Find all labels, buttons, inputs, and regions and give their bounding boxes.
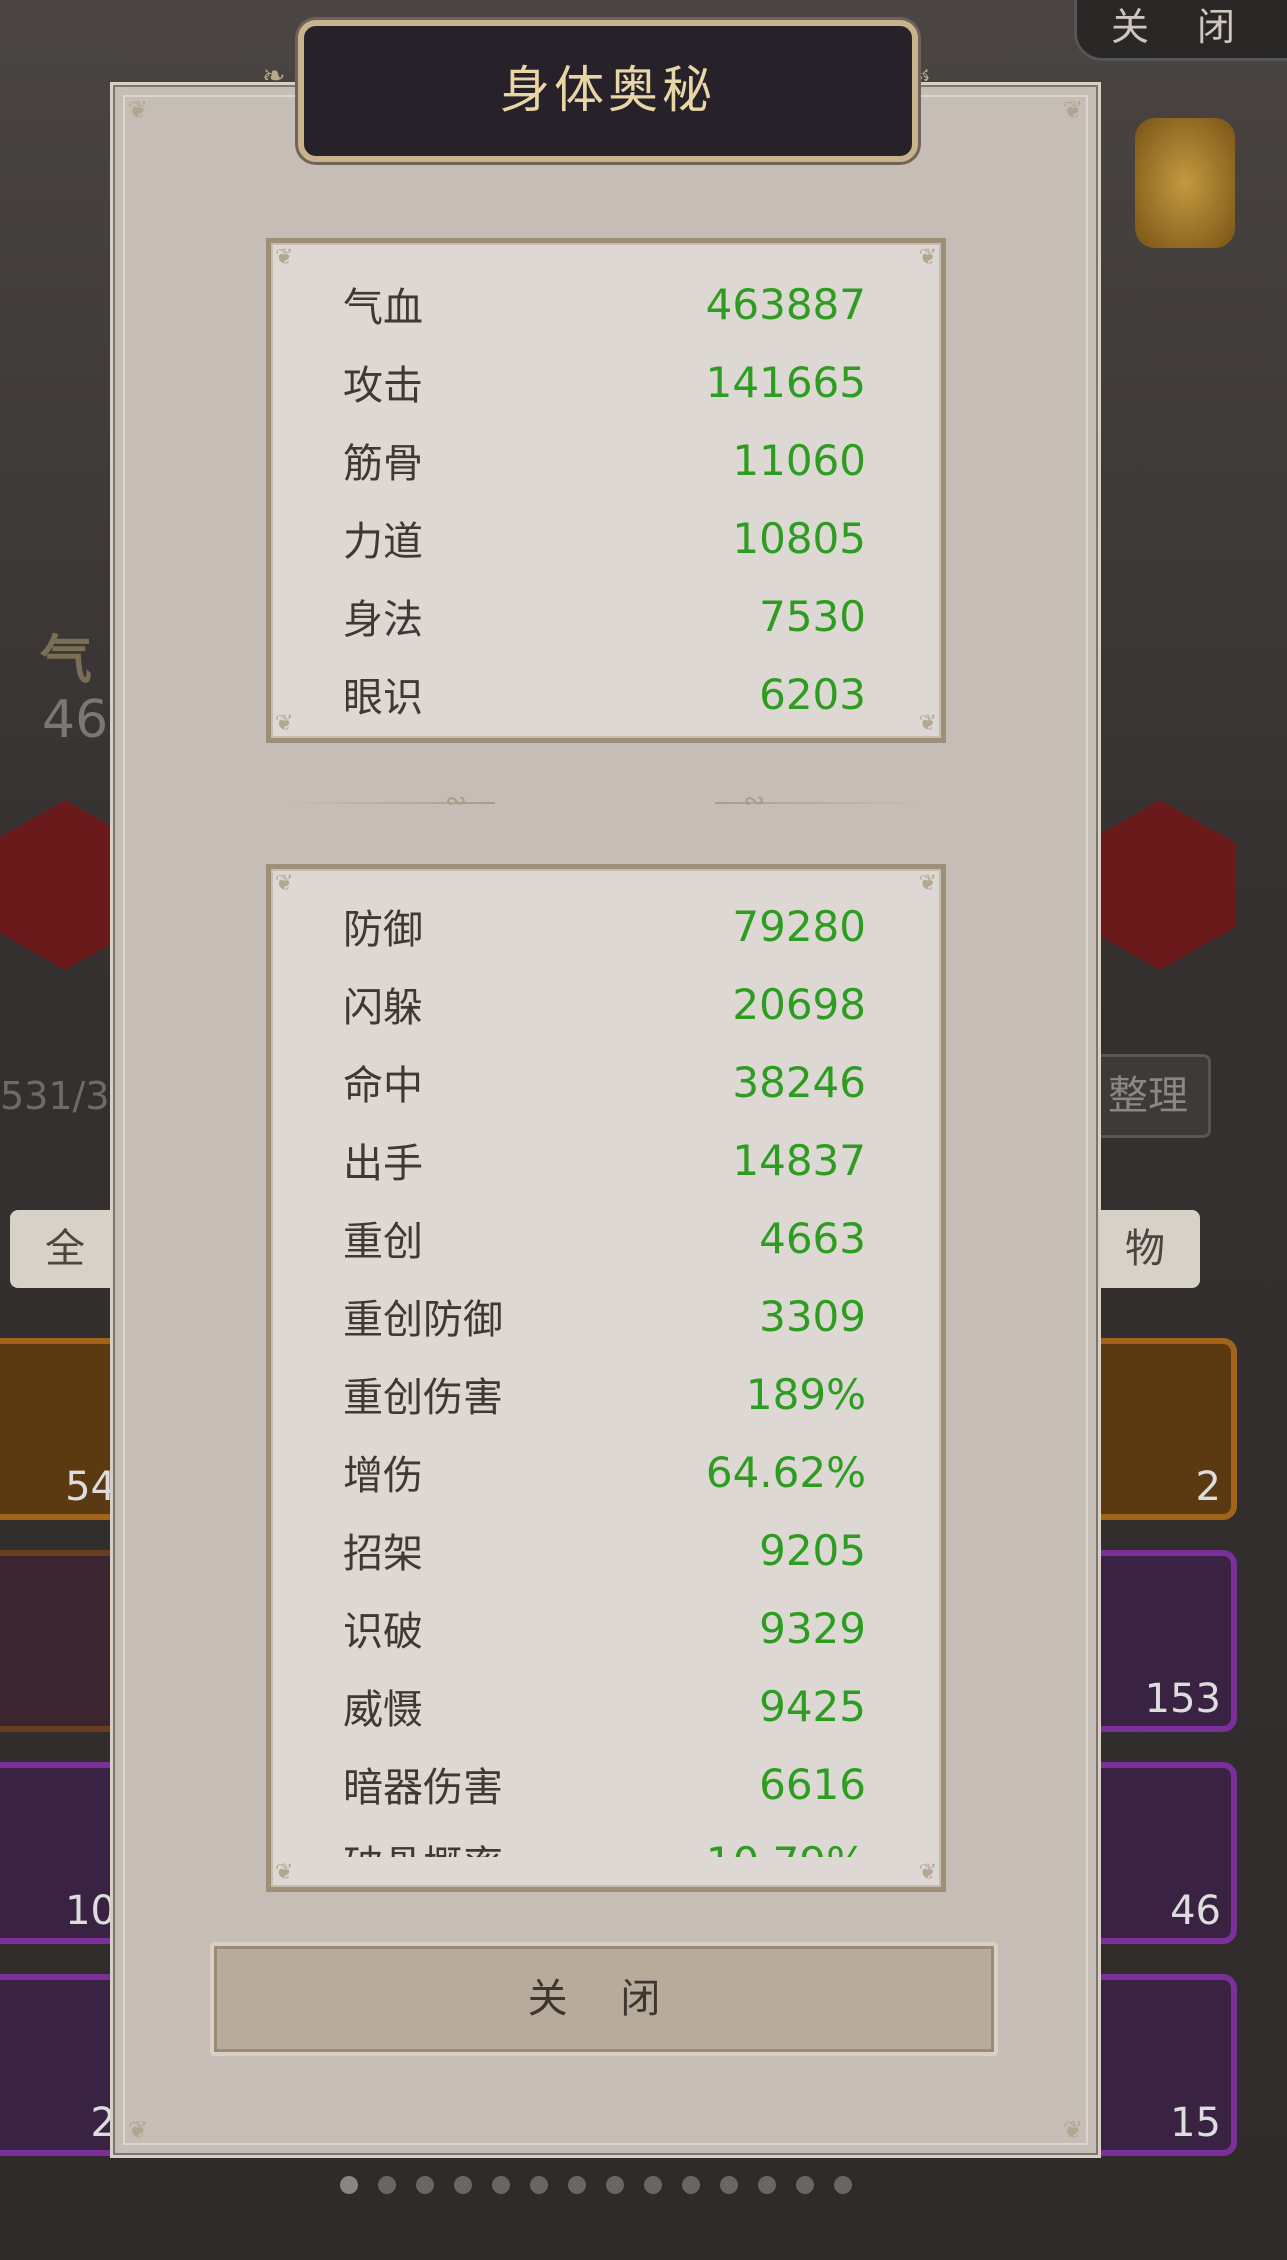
stat-value: 38246	[732, 1057, 866, 1107]
stat-row: 重创伤害 189%	[343, 1355, 866, 1433]
stat-row: 招架 9205	[343, 1511, 866, 1589]
inventory-tile[interactable]: 153	[1085, 1550, 1237, 1732]
base-stats-panel: ❦ ❦ ❦ ❦ 气血 463887 攻击 141665 筋骨 11060 力道 1080…	[266, 238, 946, 743]
stat-label: 出手	[343, 1141, 423, 1187]
bg-qixue-value: 46	[42, 690, 109, 750]
stat-value: 10805	[732, 513, 866, 563]
stat-row: 力道 10805	[343, 499, 866, 577]
stat-value: 11060	[732, 435, 866, 485]
stat-label: 筋骨	[343, 441, 423, 487]
stat-label: 命中	[343, 1063, 423, 1109]
stat-value: 9329	[759, 1603, 866, 1653]
combat-stats-panel[interactable]: ❦ ❦ ❦ ❦ 防御 79280 闪躲 20698 命中 38246 出手 14837 …	[266, 864, 946, 1892]
stat-row: 攻击 141665	[343, 343, 866, 421]
corner-ornament-icon: ❦	[1062, 2116, 1084, 2144]
corner-ornament-icon: ❦	[127, 2116, 149, 2144]
stat-value: 189%	[745, 1369, 866, 1419]
corner-ornament-icon: ❦	[127, 96, 149, 124]
stat-label: 闪躲	[343, 985, 423, 1031]
dialog-title: 身体奥秘	[500, 61, 716, 119]
stat-label: 威慑	[343, 1687, 423, 1733]
corner-ornament-icon: ❦	[275, 245, 294, 270]
stat-label: 重创防御	[343, 1297, 503, 1343]
stat-row: 增伤 64.62%	[343, 1433, 866, 1511]
stat-label: 暗器伤害	[343, 1765, 503, 1811]
stat-label: 防御	[343, 907, 423, 953]
stat-label: 力道	[343, 519, 423, 565]
stat-label: 身法	[343, 597, 423, 643]
stat-value: 64.62%	[705, 1447, 866, 1497]
corner-ornament-icon: ❦	[1062, 96, 1084, 124]
page-indicator	[340, 2176, 852, 2194]
stat-value: 4663	[759, 1213, 866, 1263]
stat-row: 防御 79280	[343, 887, 866, 965]
stat-value: 6616	[759, 1759, 866, 1809]
stat-row: 破骨概率 10.79%	[343, 1823, 866, 1858]
close-button[interactable]: 关 闭	[210, 1942, 998, 2056]
stat-value: 14837	[732, 1135, 866, 1185]
stat-value: 79280	[732, 901, 866, 951]
stat-row: 眼识 6203	[343, 655, 866, 733]
inventory-tile[interactable]: 46	[1085, 1762, 1237, 1944]
corner-ornament-icon: ❦	[275, 1860, 294, 1885]
tab-all[interactable]: 全	[10, 1210, 120, 1288]
corner-ornament-icon: ❦	[918, 1860, 937, 1885]
stat-row: 身法 7530	[343, 577, 866, 655]
stat-value: 463887	[705, 279, 866, 329]
stat-label: 增伤	[343, 1453, 423, 1499]
dialog-title-plate: 身体奥秘	[298, 20, 918, 162]
combat-stats-scroll[interactable]: 防御 79280 闪躲 20698 命中 38246 出手 14837 重创 4663 重…	[271, 869, 941, 1858]
inventory-tile[interactable]: 2	[1085, 1338, 1237, 1520]
organize-button[interactable]: 整理	[1085, 1054, 1211, 1138]
corner-ornament-icon: ❦	[918, 245, 937, 270]
stat-label: 识破	[343, 1609, 423, 1655]
stat-label: 重创	[343, 1219, 423, 1265]
stat-row: 闪躲 20698	[343, 965, 866, 1043]
corner-ornament-icon: ❦	[275, 711, 294, 736]
background-close-button[interactable]: 关 闭	[1074, 0, 1287, 61]
stat-row: 威慑 9425	[343, 1667, 866, 1745]
stat-value: 141665	[705, 357, 866, 407]
stat-value: 3309	[759, 1291, 866, 1341]
stat-value: 9425	[759, 1681, 866, 1731]
section-divider: ∾ ∾	[285, 786, 925, 816]
stat-row: 重创 4663	[343, 1199, 866, 1277]
tab-items[interactable]: 物	[1090, 1210, 1200, 1288]
stat-value: 10.79%	[706, 1838, 866, 1858]
stat-label: 破骨概率	[343, 1833, 503, 1857]
stat-value: 6203	[759, 669, 866, 719]
stat-label: 眼识	[343, 675, 423, 721]
bg-qixue-label: 气	[40, 631, 93, 691]
stat-row: 气血 463887	[343, 265, 866, 343]
stat-row: 暗器伤害 6616	[343, 1745, 866, 1823]
stat-row: 识破 9329	[343, 1589, 866, 1667]
title-ornament-left-icon: ❧	[262, 59, 286, 92]
emblem-icon	[1135, 118, 1235, 248]
stat-label: 气血	[343, 285, 423, 331]
stat-label: 攻击	[343, 363, 423, 409]
stat-label: 招架	[343, 1531, 423, 1577]
stat-row: 出手 14837	[343, 1121, 866, 1199]
corner-ornament-icon: ❦	[918, 711, 937, 736]
stat-row: 命中 38246	[343, 1043, 866, 1121]
stat-value: 9205	[759, 1525, 866, 1575]
inventory-tile[interactable]: 15	[1085, 1974, 1237, 2156]
stat-value: 7530	[759, 591, 866, 641]
stat-row: 重创防御 3309	[343, 1277, 866, 1355]
stat-value: 20698	[732, 979, 866, 1029]
stat-label: 重创伤害	[343, 1375, 503, 1421]
stat-row: 筋骨 11060	[343, 421, 866, 499]
